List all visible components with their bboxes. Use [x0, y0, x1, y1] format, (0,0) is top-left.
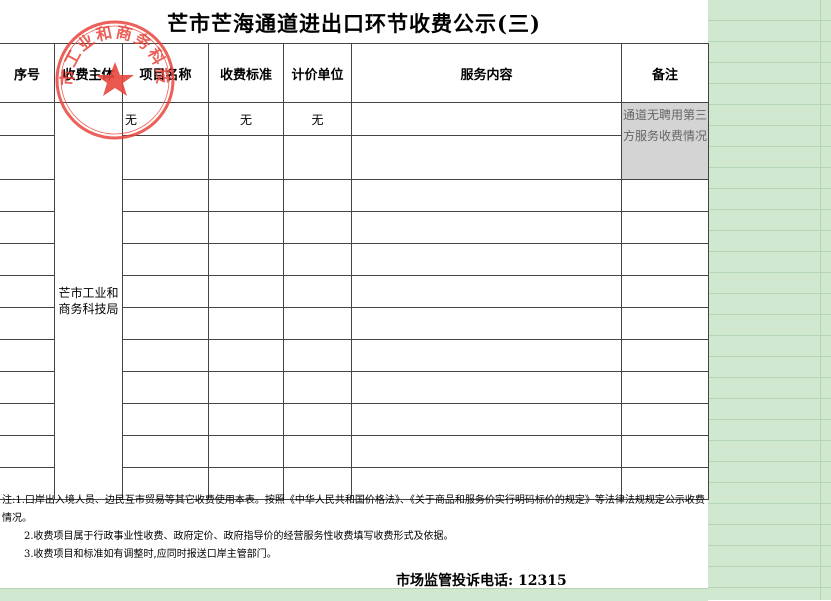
cell[interactable] [208, 339, 284, 372]
cell[interactable] [621, 243, 709, 276]
header-standard[interactable]: 收费标准 [208, 43, 284, 103]
cell[interactable] [351, 371, 622, 404]
cell[interactable] [351, 243, 622, 276]
cell[interactable] [0, 243, 55, 276]
cell[interactable] [621, 403, 709, 436]
cell[interactable] [122, 307, 209, 340]
cell[interactable] [0, 211, 55, 244]
cell[interactable] [283, 243, 352, 276]
cell-seq[interactable] [0, 101, 55, 137]
cell-subject[interactable]: 芒市工业和商务科技局 [54, 102, 123, 500]
cell-remark[interactable]: 通道无聘用第三方服务收费情况 [621, 102, 709, 180]
notes-section: 注:1.口岸出入境人员、边民互市贸易等其它收费使用本表。按照《中华人民共和国价格… [0, 492, 706, 564]
cell[interactable] [0, 371, 55, 404]
remark-text: 通道无聘用第三方服务收费情况 [622, 108, 707, 143]
cell[interactable] [122, 243, 209, 276]
spreadsheet-grid-right [708, 0, 831, 600]
cell[interactable] [122, 135, 209, 180]
cell[interactable] [621, 179, 709, 212]
cell[interactable] [351, 179, 622, 212]
cell[interactable] [0, 307, 55, 340]
header-service[interactable]: 服务内容 [351, 43, 622, 103]
cell[interactable] [283, 307, 352, 340]
header-seq[interactable]: 序号 [0, 43, 55, 103]
cell[interactable] [351, 339, 622, 372]
cell-service[interactable] [351, 101, 622, 137]
header-subject[interactable]: 收费主体 [54, 43, 123, 103]
cell[interactable] [122, 371, 209, 404]
complaint-hotline: 市场监管投诉电话: 12315 [396, 573, 567, 589]
cell[interactable] [621, 435, 709, 468]
cell[interactable] [621, 211, 709, 244]
header-remark[interactable]: 备注 [621, 43, 709, 103]
cell[interactable] [621, 275, 709, 308]
cell[interactable] [283, 275, 352, 308]
cell-unit[interactable]: 无 [283, 101, 352, 137]
cell[interactable] [208, 179, 284, 212]
cell[interactable] [208, 307, 284, 340]
cell[interactable] [351, 135, 622, 180]
cell[interactable] [351, 435, 622, 468]
fee-table: 序号 收费主体 项目名称 收费标准 计价单位 服务内容 备注 芒市工业和商务科技… [0, 43, 709, 500]
cell[interactable] [208, 211, 284, 244]
cell[interactable] [0, 339, 55, 372]
cell[interactable] [0, 435, 55, 468]
cell[interactable] [351, 403, 622, 436]
cell[interactable] [208, 135, 284, 180]
cell[interactable] [0, 179, 55, 212]
cell[interactable] [0, 275, 55, 308]
cell[interactable] [621, 307, 709, 340]
cell[interactable] [351, 307, 622, 340]
cell[interactable] [621, 339, 709, 372]
table-header-row: 序号 收费主体 项目名称 收费标准 计价单位 服务内容 备注 [0, 43, 709, 103]
cell[interactable] [621, 371, 709, 404]
cell[interactable] [351, 211, 622, 244]
cell[interactable] [283, 403, 352, 436]
note-2: 2.收费项目属于行政事业性收费、政府定价、政府指导价的经营服务性收费填写收费形式… [24, 531, 454, 542]
cell[interactable] [351, 275, 622, 308]
cell[interactable] [208, 403, 284, 436]
cell[interactable] [283, 371, 352, 404]
cell[interactable] [283, 135, 352, 180]
cell-standard[interactable]: 无 [208, 101, 284, 137]
cell[interactable] [122, 211, 209, 244]
page-title: 芒市芒海通道进出口环节收费公示(三) [167, 11, 541, 36]
cell[interactable] [0, 135, 55, 180]
cell[interactable] [208, 371, 284, 404]
cell[interactable] [283, 435, 352, 468]
cell[interactable] [208, 435, 284, 468]
cell[interactable] [283, 211, 352, 244]
cell[interactable] [0, 403, 55, 436]
cell[interactable] [283, 179, 352, 212]
cell[interactable] [122, 339, 209, 372]
cell[interactable] [122, 275, 209, 308]
cell[interactable] [122, 179, 209, 212]
cell[interactable] [122, 435, 209, 468]
cell-item[interactable]: 无 [122, 101, 209, 137]
cell[interactable] [208, 275, 284, 308]
header-item[interactable]: 项目名称 [122, 43, 209, 103]
table-row: 芒市工业和商务科技局 无 无 无 通道无聘用第三方服务收费情况 [0, 101, 709, 500]
spreadsheet-grid-bottom [0, 588, 708, 601]
cell[interactable] [208, 243, 284, 276]
note-1: 注:1.口岸出入境人员、边民互市贸易等其它收费使用本表。按照《中华人民共和国价格… [2, 495, 705, 524]
cell[interactable] [122, 403, 209, 436]
note-3: 3.收费项目和标准如有调整时,应同时报送口岸主管部门。 [24, 549, 277, 560]
header-unit[interactable]: 计价单位 [283, 43, 352, 103]
cell[interactable] [283, 339, 352, 372]
